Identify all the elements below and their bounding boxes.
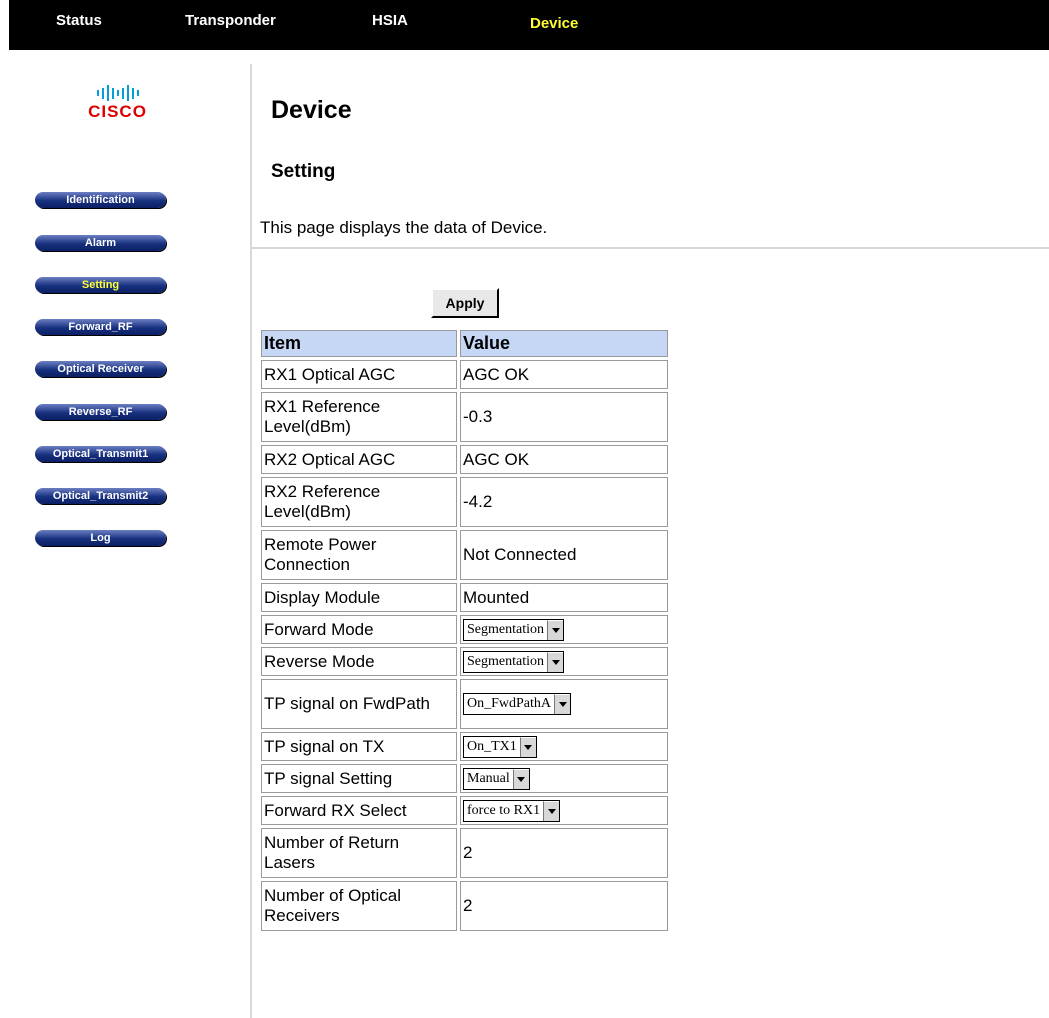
table-row: RX1 Reference Level(dBm) -0.3 xyxy=(261,392,668,442)
sidebar-item-optical-receiver[interactable]: Optical Receiver xyxy=(35,361,166,377)
table-row: RX2 Optical AGC AGC OK xyxy=(261,445,668,474)
table-cell-item: Number of Optical Receivers xyxy=(261,881,457,931)
sidebar-item-log[interactable]: Log xyxy=(35,530,166,546)
cisco-logo: cisco xyxy=(80,84,155,122)
table-cell-item: TP signal Setting xyxy=(261,764,457,793)
column-header-item: Item xyxy=(261,330,457,357)
table-cell-value: Manual xyxy=(460,764,668,793)
table-cell-item: Forward RX Select xyxy=(261,796,457,825)
select-value-text: Segmentation xyxy=(467,621,544,637)
table-cell-item: Number of Return Lasers xyxy=(261,828,457,878)
select-value-text: On_FwdPathA xyxy=(467,696,552,711)
chevron-down-icon[interactable] xyxy=(554,694,571,714)
page-title: Device xyxy=(271,96,352,124)
table-cell-item: RX1 Optical AGC xyxy=(261,360,457,389)
chevron-down-icon[interactable] xyxy=(519,736,536,757)
apply-button[interactable]: Apply xyxy=(431,288,499,318)
table-row: Number of Return Lasers 2 xyxy=(261,828,668,878)
table-cell-value: On_TX1 xyxy=(460,732,668,761)
table-cell-value: force to RX1 xyxy=(460,796,668,825)
table-row: TP signal on TX On_TX1 xyxy=(261,732,668,761)
table-cell-value: -0.3 xyxy=(460,392,668,442)
page-description: This page displays the data of Device. xyxy=(260,218,548,237)
nav-device[interactable]: Device xyxy=(530,15,578,32)
table-row: Display Module Mounted xyxy=(261,583,668,612)
table-cell-item: TP signal on FwdPath xyxy=(261,679,457,729)
sidebar-item-setting[interactable]: Setting xyxy=(35,277,166,293)
value-select[interactable]: On_FwdPathA xyxy=(463,693,572,715)
cisco-bars-icon xyxy=(80,84,155,102)
sidebar-item-optical-transmit2[interactable]: Optical_Transmit2 xyxy=(35,488,166,504)
table-cell-value: On_FwdPathA xyxy=(460,679,668,729)
column-header-value: Value xyxy=(460,330,668,357)
table-row: TP signal on FwdPath On_FwdPathA xyxy=(261,679,668,729)
chevron-down-icon[interactable] xyxy=(547,619,563,640)
value-select[interactable]: Segmentation xyxy=(463,618,564,641)
table-cell-value: AGC OK xyxy=(460,360,668,389)
logo-wordmark: cisco xyxy=(88,102,147,121)
settings-table: Item Value RX1 Optical AGC AGC OK RX1 Refe… xyxy=(258,327,671,934)
sidebar-item-alarm[interactable]: Alarm xyxy=(35,235,166,251)
sidebar-item-optical-transmit1[interactable]: Optical_Transmit1 xyxy=(35,446,166,462)
value-select[interactable]: Segmentation xyxy=(463,650,564,673)
table-cell-item: Reverse Mode xyxy=(261,647,457,676)
table-header-row: Item Value xyxy=(261,330,668,357)
chevron-down-icon[interactable] xyxy=(547,651,563,672)
table-cell-value: Segmentation xyxy=(460,647,668,676)
sidebar-item-reverse-rf[interactable]: Reverse_RF xyxy=(35,404,166,420)
nav-transponder[interactable]: Transponder xyxy=(185,12,276,29)
top-nav-bar: Status Transponder HSIA Device xyxy=(9,0,1049,50)
chevron-down-icon[interactable] xyxy=(512,768,529,789)
value-select[interactable]: On_TX1 xyxy=(463,735,537,758)
table-cell-item: RX2 Reference Level(dBm) xyxy=(261,477,457,527)
select-value-text: On_TX1 xyxy=(467,738,517,754)
nav-status[interactable]: Status xyxy=(56,12,102,29)
select-value-text: Segmentation xyxy=(467,653,544,669)
nav-hsia[interactable]: HSIA xyxy=(372,12,408,29)
select-value-text: Manual xyxy=(467,770,510,786)
table-cell-item: Display Module xyxy=(261,583,457,612)
sidebar-item-forward-rf[interactable]: Forward_RF xyxy=(35,319,166,335)
table-cell-value: Segmentation xyxy=(460,615,668,644)
table-cell-item: RX2 Optical AGC xyxy=(261,445,457,474)
table-cell-value: 2 xyxy=(460,828,668,878)
table-cell-value: 2 xyxy=(460,881,668,931)
table-row: TP signal Setting Manual xyxy=(261,764,668,793)
table-row: Forward RX Select force to RX1 xyxy=(261,796,668,825)
section-title: Setting xyxy=(271,161,336,182)
vertical-divider xyxy=(250,64,252,1018)
table-cell-value: AGC OK xyxy=(460,445,668,474)
horizontal-divider xyxy=(252,247,1049,249)
table-cell-value: Not Connected xyxy=(460,530,668,580)
table-cell-item: TP signal on TX xyxy=(261,732,457,761)
chevron-down-icon[interactable] xyxy=(543,800,560,821)
table-cell-value: -4.2 xyxy=(460,477,668,527)
table-row: RX1 Optical AGC AGC OK xyxy=(261,360,668,389)
table-cell-value: Mounted xyxy=(460,583,668,612)
table-row: Forward Mode Segmentation xyxy=(261,615,668,644)
table-cell-item: RX1 Reference Level(dBm) xyxy=(261,392,457,442)
table-cell-item: Forward Mode xyxy=(261,615,457,644)
value-select[interactable]: force to RX1 xyxy=(463,799,561,822)
select-value-text: force to RX1 xyxy=(467,802,541,818)
table-row: Number of Optical Receivers 2 xyxy=(261,881,668,931)
table-row: RX2 Reference Level(dBm) -4.2 xyxy=(261,477,668,527)
table-cell-item: Remote Power Connection xyxy=(261,530,457,580)
value-select[interactable]: Manual xyxy=(463,767,530,790)
table-row: Reverse Mode Segmentation xyxy=(261,647,668,676)
table-row: Remote Power Connection Not Connected xyxy=(261,530,668,580)
table-body: RX1 Optical AGC AGC OK RX1 Reference Level… xyxy=(261,360,668,931)
sidebar-item-identification[interactable]: Identification xyxy=(35,192,166,208)
